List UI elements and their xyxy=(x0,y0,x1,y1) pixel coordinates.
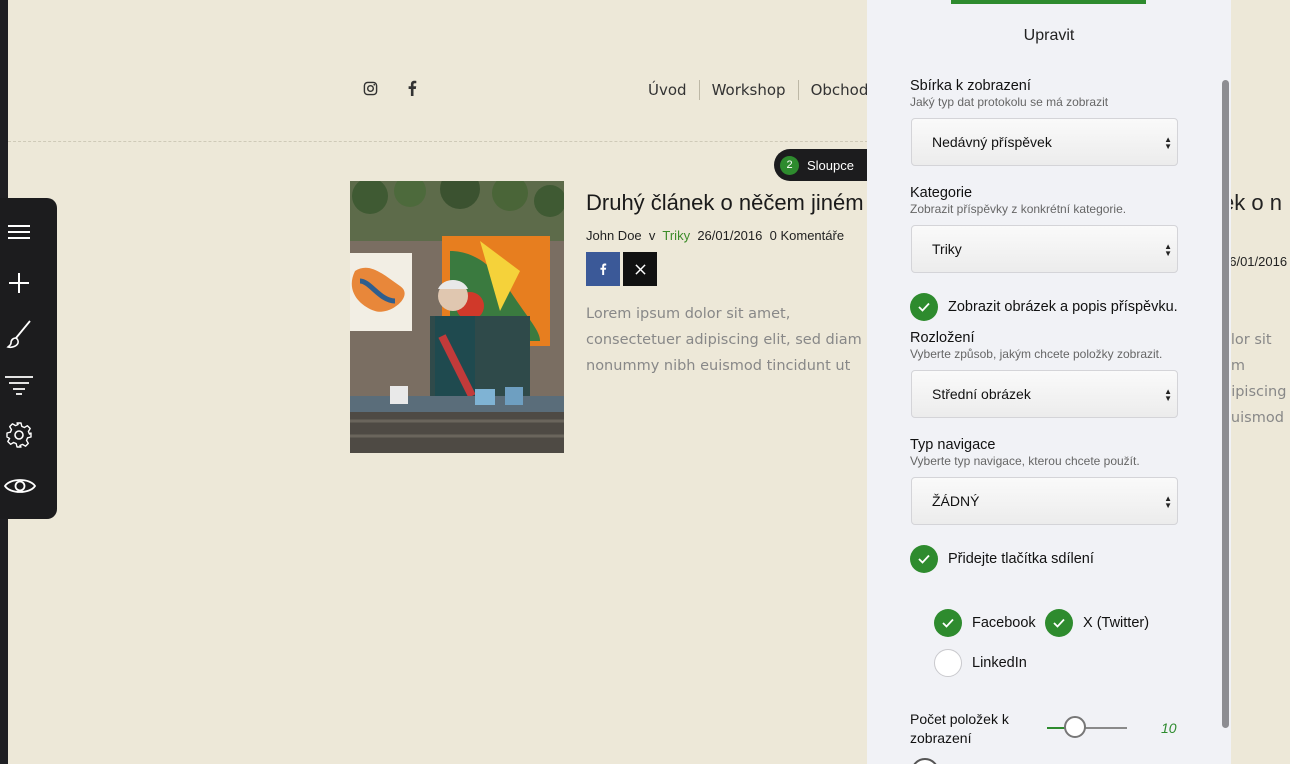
category-select[interactable]: Triky ▲ ▼ xyxy=(911,225,1178,273)
columns-label: Sloupce xyxy=(807,157,854,173)
post-meta: John Doe v Triky 26/01/2016 0 Komentáře xyxy=(586,228,844,243)
count-label: Počet položek k zobrazení xyxy=(910,710,1009,748)
add-icon[interactable] xyxy=(4,268,34,298)
navigation-hint: Vyberte typ navigace, kterou chcete použ… xyxy=(910,454,1140,468)
count-slider[interactable] xyxy=(1047,716,1127,738)
post-image[interactable] xyxy=(350,181,564,453)
navigation-label: Typ navigace xyxy=(910,437,996,453)
excerpt-line: euismod xyxy=(1222,410,1284,426)
layout-select[interactable]: Střední obrázek ▲ ▼ xyxy=(911,370,1178,418)
post-excerpt-right: olor sit am dipiscing euismod xyxy=(1222,327,1290,431)
post-date-right: 26/01/2016 xyxy=(1222,254,1288,269)
menu-icon[interactable] xyxy=(4,217,34,247)
post-category[interactable]: Triky xyxy=(662,228,690,243)
filter-icon[interactable] xyxy=(4,370,34,400)
gear-icon[interactable] xyxy=(4,420,34,450)
facebook-checkbox[interactable]: Facebook xyxy=(934,609,1036,637)
collection-select[interactable]: Nedávný příspěvek ▲ ▼ xyxy=(911,118,1178,166)
eye-icon[interactable] xyxy=(3,471,37,501)
header-divider xyxy=(8,141,868,142)
facebook-icon[interactable] xyxy=(404,80,420,96)
check-icon xyxy=(1045,609,1073,637)
excerpt-line: dipiscing xyxy=(1222,384,1287,400)
facebook-icon xyxy=(600,263,607,275)
share-facebook-button[interactable] xyxy=(586,252,620,286)
select-arrows-icon: ▲ ▼ xyxy=(1164,135,1172,151)
editor-toolbar xyxy=(0,198,57,519)
collection-label: Sbírka k zobrazení xyxy=(910,78,1031,94)
twitter-checkbox[interactable]: X (Twitter) xyxy=(1045,609,1149,637)
collection-value: Nedávný příspěvek xyxy=(932,134,1052,150)
linkedin-checkbox[interactable]: LinkedIn xyxy=(934,649,1027,677)
collection-hint: Jaký typ dat protokolu se má zobrazit xyxy=(910,95,1109,109)
check-icon xyxy=(910,545,938,573)
category-value: Triky xyxy=(932,241,962,257)
category-label: Kategorie xyxy=(910,185,973,201)
post-author[interactable]: John Doe xyxy=(586,228,642,243)
select-arrows-icon: ▲ ▼ xyxy=(1164,494,1172,510)
columns-badge[interactable]: 2 Sloupce xyxy=(774,149,874,181)
x-icon xyxy=(634,263,646,275)
post-date: 26/01/2016 xyxy=(697,228,763,243)
columns-count: 2 xyxy=(780,155,799,175)
post-title[interactable]: Druhý článek o něčem jiném xyxy=(586,190,868,216)
share-buttons xyxy=(586,252,657,286)
select-arrows-icon: ▲ ▼ xyxy=(1164,242,1172,258)
check-icon xyxy=(934,609,962,637)
layout-hint: Vyberte způsob, jakým chcete položky zob… xyxy=(910,347,1163,361)
panel-top-bar xyxy=(951,0,1146,4)
count-label-line: Počet položek k xyxy=(910,711,1009,727)
share-buttons-checkbox[interactable]: Přidejte tlačítka sdílení xyxy=(910,545,1094,573)
check-icon xyxy=(910,293,938,321)
show-image-label: Zobrazit obrázek a popis příspěvku. xyxy=(948,299,1178,315)
post-excerpt: Lorem ipsum dolor sit amet, consectetuer… xyxy=(586,306,862,374)
facebook-label: Facebook xyxy=(972,615,1036,631)
nav-item-workshop[interactable]: Workshop xyxy=(698,80,798,100)
instagram-icon[interactable] xyxy=(362,80,378,96)
select-arrows-icon: ▲ ▼ xyxy=(1164,387,1172,403)
layout-value: Střední obrázek xyxy=(932,386,1031,402)
twitter-label: X (Twitter) xyxy=(1083,615,1150,631)
main-nav: Úvod Workshop Obchod xyxy=(636,80,880,100)
share-x-button[interactable] xyxy=(623,252,657,286)
unchecked-circle-icon xyxy=(934,649,962,677)
layout-label: Rozložení xyxy=(910,330,975,346)
post-comments[interactable]: 0 Komentáře xyxy=(770,228,844,243)
panel-scrollbar[interactable] xyxy=(1222,80,1229,728)
slider-knob[interactable] xyxy=(1064,716,1086,738)
count-value: 10 xyxy=(1161,720,1177,736)
share-buttons-label: Přidejte tlačítka sdílení xyxy=(948,551,1094,567)
category-hint: Zobrazit příspěvky z konkrétní kategorie… xyxy=(910,202,1127,216)
navigation-value: ŽÁDNÝ xyxy=(932,493,980,509)
social-links xyxy=(362,80,420,96)
post-in: v xyxy=(648,228,656,243)
navigation-select[interactable]: ŽÁDNÝ ▲ ▼ xyxy=(911,477,1178,525)
count-label-line: zobrazení xyxy=(910,730,972,746)
show-image-checkbox[interactable]: Zobrazit obrázek a popis příspěvku. xyxy=(910,293,1178,321)
panel-title: Upravit xyxy=(1023,27,1075,44)
next-checkbox[interactable] xyxy=(911,758,939,764)
nav-item-uvod[interactable]: Úvod xyxy=(636,80,699,100)
excerpt-line: olor sit am xyxy=(1222,332,1272,374)
linkedin-label: LinkedIn xyxy=(972,655,1027,671)
brush-icon[interactable] xyxy=(4,319,34,349)
edit-panel: Upravit Sbírka k zobrazení Jaký typ dat … xyxy=(867,0,1231,764)
